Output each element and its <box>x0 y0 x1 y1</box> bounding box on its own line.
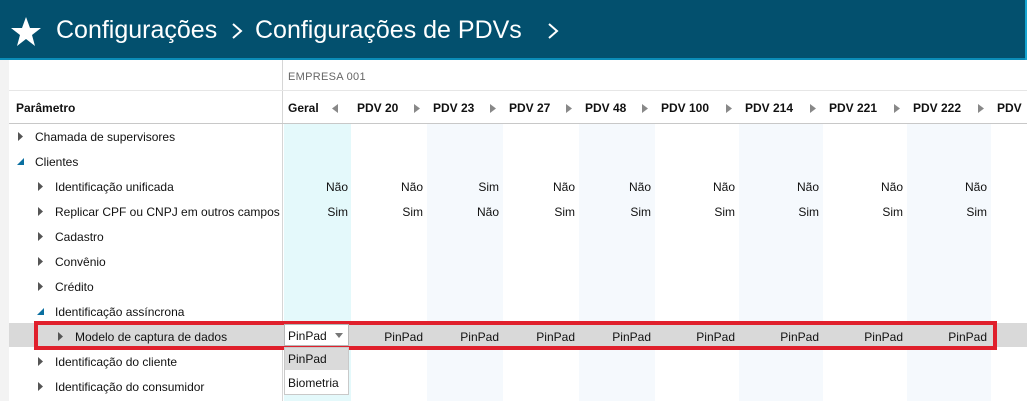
value-cell[interactable]: Sim <box>363 205 423 219</box>
value-cell[interactable]: Não <box>288 180 348 194</box>
collapsed-triangle-icon[interactable] <box>37 382 45 391</box>
value-cell[interactable]: Sim <box>927 205 987 219</box>
tree-row[interactable]: Cadastro <box>9 224 1027 249</box>
tree-row[interactable]: Convênio <box>9 249 1027 274</box>
expand-right-icon[interactable] <box>809 104 817 113</box>
app-window: Configurações Configurações de PDVs EMPR… <box>0 0 1027 401</box>
tree-row[interactable]: Crédito <box>9 274 1027 299</box>
tree-row[interactable]: Identificação do cliente <box>9 349 1027 374</box>
breadcrumb-configuracoes[interactable]: Configurações <box>56 14 217 46</box>
tree-row[interactable]: Identificação unificada Não Não Sim Não Não Nã… <box>9 174 1027 199</box>
expand-right-icon[interactable] <box>413 104 421 113</box>
column-header-pdv-truncated[interactable]: PDV <box>997 101 1022 115</box>
value-cell[interactable]: Não <box>843 180 903 194</box>
value-cell[interactable]: Sim <box>675 205 735 219</box>
expand-right-icon[interactable] <box>489 104 497 113</box>
value-cell[interactable]: Não <box>515 180 575 194</box>
collapsed-triangle-icon[interactable] <box>17 132 25 141</box>
breadcrumb-configuracoes-pdvs[interactable]: Configurações de PDVs <box>255 14 522 46</box>
column-header-pdv221[interactable]: PDV 221 <box>829 101 877 115</box>
tree-row-label: Replicar CPF ou CNPJ em outros campos <box>55 205 280 219</box>
highlight-annotation <box>34 321 997 350</box>
expand-right-icon[interactable] <box>893 104 901 113</box>
value-cell[interactable]: Não <box>759 180 819 194</box>
expanded-triangle-icon[interactable] <box>17 157 25 166</box>
tree-row-label: Cadastro <box>55 230 104 244</box>
tree-row[interactable]: Identificação do consumidor <box>9 374 1027 399</box>
collapsed-triangle-icon[interactable] <box>37 357 45 366</box>
value-cell[interactable]: Não <box>363 180 423 194</box>
collapsed-triangle-icon[interactable] <box>37 207 45 216</box>
star-icon[interactable] <box>10 16 42 48</box>
parameter-grid: EMPRESA 001 Parâmetro Geral PDV 20 PDV 2… <box>9 60 1027 401</box>
tree-row[interactable]: Replicar CPF ou CNPJ em outros campos Sim… <box>9 199 1027 224</box>
tree-row-label: Crédito <box>55 280 94 294</box>
column-header-row: Parâmetro Geral PDV 20 PDV 23 PDV 27 PDV… <box>9 91 1027 124</box>
capture-model-select[interactable]: PinPad <box>284 324 349 346</box>
tree-row-label: Identificação do cliente <box>55 355 178 369</box>
company-label: EMPRESA 001 <box>288 71 366 83</box>
tree-row[interactable]: Clientes <box>9 149 1027 174</box>
tree-row-label: Clientes <box>35 155 79 169</box>
dropdown-option-pinpad[interactable]: PinPad <box>285 348 348 370</box>
value-cell[interactable]: Não <box>591 180 651 194</box>
expand-right-icon[interactable] <box>725 104 733 113</box>
value-cell[interactable]: Sim <box>439 180 499 194</box>
value-cell[interactable]: Sim <box>759 205 819 219</box>
page-header: Configurações Configurações de PDVs <box>0 0 1027 60</box>
column-header-pdv27[interactable]: PDV 27 <box>509 101 550 115</box>
column-header-pdv222[interactable]: PDV 222 <box>913 101 961 115</box>
column-header-pdv23[interactable]: PDV 23 <box>433 101 474 115</box>
dropdown-list: PinPad Biometria <box>284 347 349 395</box>
collapsed-triangle-icon[interactable] <box>37 232 45 241</box>
select-current-value: PinPad <box>288 329 327 343</box>
tree-row-label: Identificação unificada <box>55 180 174 194</box>
collapsed-triangle-icon[interactable] <box>37 257 45 266</box>
expanded-triangle-icon[interactable] <box>37 307 45 316</box>
column-header-pdv20[interactable]: PDV 20 <box>357 101 398 115</box>
expand-right-icon[interactable] <box>641 104 649 113</box>
column-header-pdv48[interactable]: PDV 48 <box>585 101 626 115</box>
collapse-left-icon[interactable] <box>331 104 339 113</box>
chevron-right-icon[interactable] <box>546 22 560 40</box>
column-header-geral[interactable]: Geral <box>288 101 319 115</box>
value-cell[interactable]: Não <box>439 205 499 219</box>
value-cell[interactable]: Sim <box>288 205 348 219</box>
dropdown-option-biometria[interactable]: Biometria <box>285 372 348 394</box>
value-cell[interactable]: Sim <box>515 205 575 219</box>
expand-right-icon[interactable] <box>565 104 573 113</box>
collapsed-triangle-icon[interactable] <box>37 182 45 191</box>
tree-row-label: Identificação do consumidor <box>55 380 205 394</box>
tree-row-label: Convênio <box>55 255 106 269</box>
expand-right-icon[interactable] <box>977 104 985 113</box>
tree-row-label: Chamada de supervisores <box>35 130 176 144</box>
value-cell[interactable]: Não <box>927 180 987 194</box>
column-header-pdv214[interactable]: PDV 214 <box>745 101 793 115</box>
tree-row[interactable]: Chamada de supervisores <box>9 124 1027 149</box>
value-cell[interactable]: Sim <box>591 205 651 219</box>
column-header-pdv100[interactable]: PDV 100 <box>661 101 709 115</box>
left-gutter <box>0 60 9 401</box>
caret-down-icon[interactable] <box>335 333 343 339</box>
tree-row-label: Identificação assíncrona <box>55 305 185 319</box>
company-row: EMPRESA 001 <box>9 60 1027 91</box>
value-cell[interactable]: Não <box>675 180 735 194</box>
value-cell[interactable]: Sim <box>843 205 903 219</box>
collapsed-triangle-icon[interactable] <box>37 282 45 291</box>
chevron-right-icon <box>232 23 243 39</box>
parameter-header: Parâmetro <box>16 101 76 115</box>
